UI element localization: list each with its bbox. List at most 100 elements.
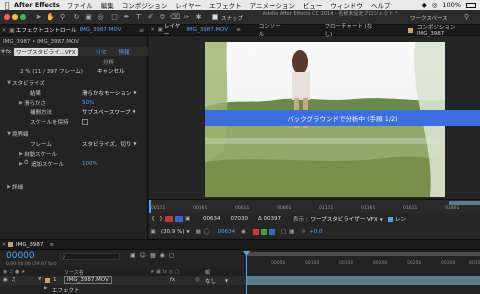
close-window-button[interactable] bbox=[4, 14, 10, 20]
layer-row[interactable]: ◉ ♫ ▼ 1 IMG_3987.MOV fx ◎ なし ▼ bbox=[0, 276, 245, 285]
work-area-bar[interactable] bbox=[449, 201, 480, 205]
snap-checkbox[interactable] bbox=[212, 14, 218, 20]
parent-icon[interactable]: ◎ bbox=[195, 277, 200, 283]
analyze-button[interactable]: 分析 bbox=[103, 58, 114, 66]
current-frame-value[interactable]: 00634 bbox=[218, 229, 236, 235]
fx-icon[interactable]: fx bbox=[6, 49, 14, 55]
menu-file[interactable]: ファイル bbox=[67, 0, 93, 10]
effects-toggle-icon[interactable]: ▶ bbox=[44, 286, 47, 291]
in-point-button[interactable]: { bbox=[149, 216, 157, 222]
in-point-value[interactable]: 00634 bbox=[203, 216, 221, 222]
zoom-dropdown[interactable]: (30.9 %) bbox=[161, 229, 185, 235]
exposure-value[interactable]: +0.0 bbox=[309, 229, 322, 235]
timeline-search-input[interactable]: ⚲ bbox=[60, 253, 120, 261]
exposure-icon[interactable]: ☼ bbox=[301, 229, 309, 235]
preserve-scale-checkbox[interactable] bbox=[82, 118, 88, 125]
region-of-interest-icon[interactable]: □ bbox=[281, 229, 289, 235]
menu-composition[interactable]: コンポジション bbox=[122, 0, 168, 10]
type-tool-icon[interactable]: T bbox=[134, 13, 143, 22]
effect-name[interactable]: ワープスタビライ...VFX bbox=[14, 47, 78, 56]
mask-icon[interactable]: ◯ bbox=[204, 229, 212, 235]
shy-icon[interactable]: ☺ bbox=[140, 252, 146, 259]
pen-tool-icon[interactable]: ✒ bbox=[122, 13, 131, 22]
timecode-display[interactable]: 00000 bbox=[6, 251, 35, 261]
zoom-window-button[interactable] bbox=[20, 14, 26, 20]
panel-menu-icon[interactable]: ≡ bbox=[236, 27, 241, 33]
render-checkbox[interactable] bbox=[387, 216, 393, 222]
chevron-down-icon[interactable]: ▼ bbox=[225, 278, 228, 283]
search-help-icon[interactable]: ⚲ bbox=[464, 13, 476, 22]
tab-composition[interactable]: コンポジション IMG_3987 bbox=[417, 23, 480, 37]
panel-menu-icon[interactable]: ≡ bbox=[49, 242, 54, 248]
out-point-button[interactable]: } bbox=[157, 216, 165, 222]
menu-app-name[interactable]: After Effects bbox=[14, 1, 60, 9]
frame-blending-icon[interactable]: ▦ bbox=[150, 252, 156, 259]
parent-dropdown[interactable]: なし bbox=[205, 277, 216, 285]
grid-icon[interactable]: ▦ bbox=[196, 229, 204, 235]
visibility-icon[interactable]: ◉ bbox=[3, 277, 8, 283]
out-point-value[interactable]: 07030 bbox=[231, 216, 249, 222]
roto-brush-tool-icon[interactable]: ✑ bbox=[182, 13, 191, 22]
rotate-tool-icon[interactable]: ↻ bbox=[72, 13, 81, 22]
color-channel-icon-2[interactable] bbox=[261, 228, 268, 235]
tab-console[interactable]: コンソール bbox=[259, 22, 285, 38]
overlay-edit-icon[interactable] bbox=[175, 216, 183, 222]
wifi-icon[interactable]: ◎ bbox=[432, 1, 438, 9]
result-dropdown[interactable]: 滑らかなモーション bbox=[82, 89, 131, 97]
close-tab-icon[interactable]: ✕ bbox=[0, 27, 8, 34]
lock-icon[interactable]: ▣ bbox=[156, 27, 163, 33]
battery-icon[interactable] bbox=[466, 2, 476, 8]
tab-effect-controls[interactable]: エフェクトコントロール bbox=[16, 26, 77, 34]
hand-tool-icon[interactable]: ✋ bbox=[46, 13, 55, 22]
framing-dropdown[interactable]: スタビライズ、切り bbox=[82, 140, 131, 148]
tab-layer[interactable]: レイヤー bbox=[164, 22, 184, 38]
tab-effect-controls-file[interactable]: IMG_3987.MOV bbox=[80, 27, 122, 33]
eraser-tool-icon[interactable]: ⌫ bbox=[170, 13, 180, 22]
close-tab-icon[interactable]: ✕ bbox=[149, 27, 156, 33]
lock-icon[interactable]: ▣ bbox=[8, 27, 16, 34]
additional-scale-value[interactable]: 100% bbox=[82, 161, 98, 167]
chevron-down-icon[interactable]: ▼ bbox=[187, 229, 190, 234]
stopwatch-icon[interactable]: ⏱ bbox=[24, 160, 31, 167]
method-dropdown[interactable]: サブスペースワープ bbox=[82, 108, 131, 116]
close-tab-icon[interactable]: ✕ bbox=[0, 242, 8, 248]
layer-fx-icon[interactable]: fx bbox=[170, 277, 175, 283]
view-dropdown[interactable]: ワープスタビライザー VFX bbox=[311, 215, 378, 223]
audio-icon[interactable]: ♫ bbox=[11, 277, 16, 283]
smoothness-value[interactable]: 50% bbox=[82, 100, 94, 106]
tab-timeline-comp[interactable]: IMG_3987 bbox=[16, 242, 43, 248]
layer-name[interactable]: IMG_3987.MOV bbox=[64, 276, 112, 284]
always-preview-icon[interactable]: ▣ bbox=[149, 229, 157, 235]
menu-effect[interactable]: エフェクト bbox=[209, 0, 242, 10]
workspace-label[interactable]: ワークスペース bbox=[410, 14, 448, 22]
timeline-ruler[interactable]: 00050 00100 00150 00200 00250 00300 0035… bbox=[246, 251, 480, 267]
ripple-insert-icon[interactable] bbox=[165, 216, 173, 222]
minimize-window-button[interactable] bbox=[12, 14, 18, 20]
work-area-bar[interactable] bbox=[247, 252, 480, 256]
tab-flowchart[interactable]: フローチャート (なし) bbox=[324, 22, 376, 38]
transparency-grid-icon[interactable]: ▦ bbox=[289, 229, 297, 235]
tab-layer-file[interactable]: IMG_3987.MOV bbox=[186, 27, 228, 33]
chevron-down-icon[interactable]: ▼ bbox=[133, 109, 136, 114]
color-channel-icon[interactable] bbox=[253, 228, 260, 235]
dropbox-icon[interactable]: ◆ bbox=[422, 1, 427, 9]
current-time-indicator[interactable] bbox=[246, 251, 247, 294]
layer-track-bar[interactable] bbox=[246, 276, 480, 285]
puppet-tool-icon[interactable]: ✱ bbox=[194, 13, 203, 22]
chevron-down-icon[interactable]: ▼ bbox=[133, 141, 136, 146]
playhead-marker[interactable] bbox=[149, 200, 151, 214]
about-link[interactable]: 情報 bbox=[119, 48, 130, 56]
menu-window[interactable]: ウィンドウ bbox=[330, 0, 363, 10]
cancel-button[interactable]: キャンセル bbox=[97, 67, 125, 75]
zoom-tool-icon[interactable]: ⚲ bbox=[58, 13, 67, 22]
camera-tool-icon[interactable]: ▣ bbox=[84, 13, 93, 22]
viewer-ruler[interactable]: 00111 00361 00611 00861 01111 01361 0161… bbox=[149, 199, 480, 214]
snapshot-icon[interactable]: ▣ bbox=[185, 216, 193, 222]
reset-link[interactable]: リセ bbox=[96, 48, 107, 56]
expand-layer-icon[interactable]: ▼ bbox=[38, 277, 41, 282]
menu-animation[interactable]: アニメーション bbox=[250, 0, 295, 10]
menu-edit[interactable]: 編集 bbox=[101, 0, 114, 10]
menu-layer[interactable]: レイヤー bbox=[175, 0, 201, 10]
brush-tool-icon[interactable]: ✐ bbox=[146, 13, 155, 22]
pan-behind-tool-icon[interactable]: ◎ bbox=[96, 13, 105, 22]
